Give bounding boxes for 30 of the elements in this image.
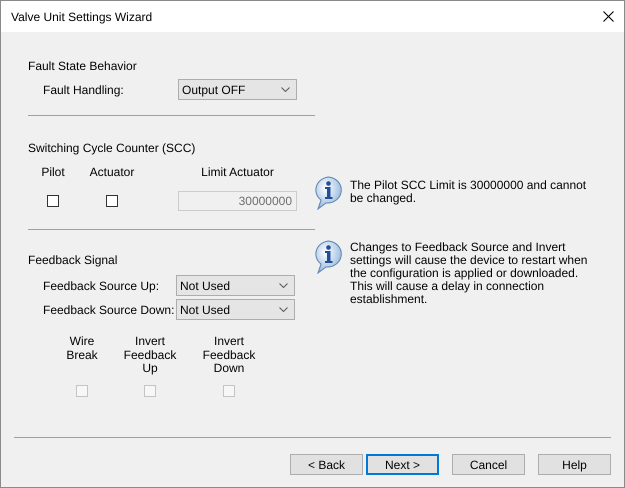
field-label: Limit Actuator xyxy=(201,165,274,179)
checkbox[interactable] xyxy=(47,195,59,207)
info-message: Changes to Feedback Source and Invert settings will cause the device to restart when the configuration is applied or downloaded. This will cause a delay in connection establishment. xyxy=(350,241,588,306)
wizard-button[interactable]: Help xyxy=(538,454,611,475)
field-label: Fault Handling: xyxy=(43,82,125,96)
info-icon xyxy=(313,176,344,210)
section-heading: Switching Cycle Counter (SCC) xyxy=(28,141,196,155)
section-heading: Fault State Behavior xyxy=(28,59,137,73)
checkbox-label: Wire Break xyxy=(66,335,98,362)
wizard-button[interactable]: < Back xyxy=(290,454,363,475)
feedback-source-dropdown[interactable]: Not Used xyxy=(176,299,295,320)
chevron-icon xyxy=(281,87,290,92)
checkbox[interactable] xyxy=(106,195,118,207)
wizard-button[interactable]: Next > xyxy=(366,454,439,475)
checkbox-label: Invert Feedback Up xyxy=(124,335,176,376)
close-icon[interactable] xyxy=(603,11,614,22)
chevron-icon xyxy=(279,283,288,288)
checkbox-label: Actuator xyxy=(90,165,134,179)
feedback-source-dropdown[interactable]: Not Used xyxy=(176,275,295,296)
section-heading: Feedback Signal xyxy=(28,253,118,267)
fault-handling-dropdown[interactable]: Output OFF xyxy=(178,79,297,100)
checkbox-label: Pilot xyxy=(41,165,65,179)
field-label: Feedback Source Up: xyxy=(43,278,160,292)
info-icon xyxy=(313,240,344,274)
window-title: Valve Unit Settings Wizard xyxy=(11,10,152,24)
wizard-button[interactable]: Cancel xyxy=(452,454,525,475)
info-message: The Pilot SCC Limit is 30000000 and cannot be changed. xyxy=(350,179,588,205)
chevron-icon xyxy=(279,307,288,312)
field-label: Feedback Source Down: xyxy=(43,302,176,316)
checkbox-label: Invert Feedback Down xyxy=(202,335,256,376)
